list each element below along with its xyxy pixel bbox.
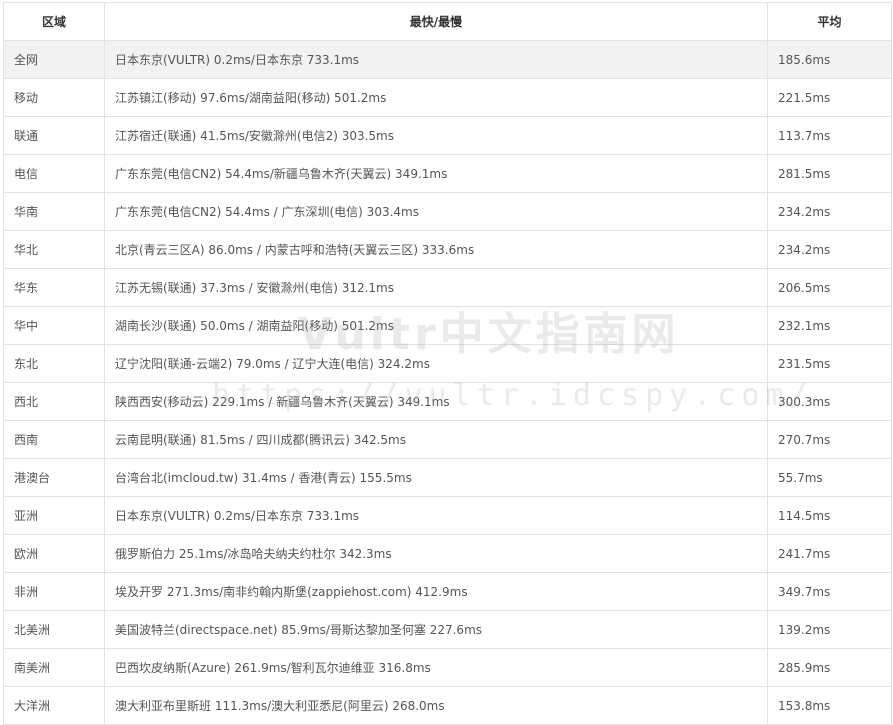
table-row: 欧洲 俄罗斯伯力 25.1ms/冰岛哈夫纳夫约杜尔 342.3ms 241.7ms (3, 534, 892, 573)
cell-average: 281.5ms (767, 154, 892, 193)
table-row: 华北 北京(青云三区A) 86.0ms / 内蒙古呼和浩特(天翼云三区) 333.… (3, 230, 892, 269)
cell-region: 港澳台 (3, 458, 105, 497)
table-row: 华南 广东东莞(电信CN2) 54.4ms / 广东深圳(电信) 303.4ms 2… (3, 192, 892, 231)
cell-region: 联通 (3, 116, 105, 155)
cell-region: 电信 (3, 154, 105, 193)
cell-region: 移动 (3, 78, 105, 117)
table-row: 东北 辽宁沈阳(联通-云端2) 79.0ms / 辽宁大连(电信) 324.2ms… (3, 344, 892, 383)
cell-average: 55.7ms (767, 458, 892, 497)
cell-average: 234.2ms (767, 230, 892, 269)
cell-region: 东北 (3, 344, 105, 383)
table-row: 华东 江苏无锡(联通) 37.3ms / 安徽滁州(电信) 312.1ms 206.… (3, 268, 892, 307)
table-header: 区域 最快/最慢 平均 (3, 2, 892, 41)
cell-average: 234.2ms (767, 192, 892, 231)
cell-region: 欧洲 (3, 534, 105, 573)
cell-region: 亚洲 (3, 496, 105, 535)
cell-average: 221.5ms (767, 78, 892, 117)
table-row: 港澳台 台湾台北(imcloud.tw) 31.4ms / 香港(青云) 155.… (3, 458, 892, 497)
cell-range: 巴西坎皮纳斯(Azure) 261.9ms/智利瓦尔迪维亚 316.8ms (104, 648, 768, 687)
cell-range: 日本东京(VULTR) 0.2ms/日本东京 733.1ms (104, 496, 768, 535)
cell-average: 285.9ms (767, 648, 892, 687)
table-row: 非洲 埃及开罗 271.3ms/南非约翰内斯堡(zappiehost.com) 4… (3, 572, 892, 611)
cell-range: 江苏镇江(移动) 97.6ms/湖南益阳(移动) 501.2ms (104, 78, 768, 117)
column-header-region: 区域 (3, 2, 105, 41)
table-body: 全网 日本东京(VULTR) 0.2ms/日本东京 733.1ms 185.6ms 移… (3, 40, 892, 725)
cell-region: 西南 (3, 420, 105, 459)
cell-range: 湖南长沙(联通) 50.0ms / 湖南益阳(移动) 501.2ms (104, 306, 768, 345)
table-row: 亚洲 日本东京(VULTR) 0.2ms/日本东京 733.1ms 114.5ms (3, 496, 892, 535)
cell-average: 349.7ms (767, 572, 892, 611)
cell-average: 232.1ms (767, 306, 892, 345)
cell-region: 北美洲 (3, 610, 105, 649)
cell-range: 辽宁沈阳(联通-云端2) 79.0ms / 辽宁大连(电信) 324.2ms (104, 344, 768, 383)
cell-average: 113.7ms (767, 116, 892, 155)
cell-region: 非洲 (3, 572, 105, 611)
cell-range: 俄罗斯伯力 25.1ms/冰岛哈夫纳夫约杜尔 342.3ms (104, 534, 768, 573)
cell-region: 全网 (3, 40, 105, 79)
table-row: 西北 陕西西安(移动云) 229.1ms / 新疆乌鲁木齐(天翼云) 349.1m… (3, 382, 892, 421)
cell-range: 日本东京(VULTR) 0.2ms/日本东京 733.1ms (104, 40, 768, 79)
cell-average: 270.7ms (767, 420, 892, 459)
cell-range: 云南昆明(联通) 81.5ms / 四川成都(腾讯云) 342.5ms (104, 420, 768, 459)
cell-range: 埃及开罗 271.3ms/南非约翰内斯堡(zappiehost.com) 412… (104, 572, 768, 611)
cell-average: 139.2ms (767, 610, 892, 649)
cell-average: 114.5ms (767, 496, 892, 535)
cell-average: 300.3ms (767, 382, 892, 421)
cell-region: 南美洲 (3, 648, 105, 687)
table-row: 电信 广东东莞(电信CN2) 54.4ms/新疆乌鲁木齐(天翼云) 349.1ms… (3, 154, 892, 193)
cell-average: 231.5ms (767, 344, 892, 383)
column-header-range: 最快/最慢 (104, 2, 768, 41)
cell-range: 江苏宿迁(联通) 41.5ms/安徽滁州(电信2) 303.5ms (104, 116, 768, 155)
cell-range: 广东东莞(电信CN2) 54.4ms / 广东深圳(电信) 303.4ms (104, 192, 768, 231)
cell-range: 台湾台北(imcloud.tw) 31.4ms / 香港(青云) 155.5ms (104, 458, 768, 497)
header-row: 区域 最快/最慢 平均 (3, 2, 892, 41)
column-header-average: 平均 (767, 2, 892, 41)
cell-average: 185.6ms (767, 40, 892, 79)
table-row: 移动 江苏镇江(移动) 97.6ms/湖南益阳(移动) 501.2ms 221.5m… (3, 78, 892, 117)
table-row: 联通 江苏宿迁(联通) 41.5ms/安徽滁州(电信2) 303.5ms 113.7… (3, 116, 892, 155)
table-row: 全网 日本东京(VULTR) 0.2ms/日本东京 733.1ms 185.6ms (3, 40, 892, 79)
cell-average: 241.7ms (767, 534, 892, 573)
cell-range: 江苏无锡(联通) 37.3ms / 安徽滁州(电信) 312.1ms (104, 268, 768, 307)
table-row: 西南 云南昆明(联通) 81.5ms / 四川成都(腾讯云) 342.5ms 270… (3, 420, 892, 459)
cell-average: 206.5ms (767, 268, 892, 307)
table-row: 华中 湖南长沙(联通) 50.0ms / 湖南益阳(移动) 501.2ms 232.… (3, 306, 892, 345)
ping-latency-table: 区域 最快/最慢 平均 全网 日本东京(VULTR) 0.2ms/日本东京 733… (3, 2, 892, 725)
cell-range: 广东东莞(电信CN2) 54.4ms/新疆乌鲁木齐(天翼云) 349.1ms (104, 154, 768, 193)
cell-range: 陕西西安(移动云) 229.1ms / 新疆乌鲁木齐(天翼云) 349.1ms (104, 382, 768, 421)
cell-region: 华南 (3, 192, 105, 231)
cell-region: 华北 (3, 230, 105, 269)
table-row: 北美洲 美国波特兰(directspace.net) 85.9ms/哥斯达黎加圣何… (3, 610, 892, 649)
cell-region: 西北 (3, 382, 105, 421)
cell-range: 北京(青云三区A) 86.0ms / 内蒙古呼和浩特(天翼云三区) 333.6m… (104, 230, 768, 269)
cell-region: 华东 (3, 268, 105, 307)
cell-range: 美国波特兰(directspace.net) 85.9ms/哥斯达黎加圣何塞 2… (104, 610, 768, 649)
cell-region: 华中 (3, 306, 105, 345)
table-row: 南美洲 巴西坎皮纳斯(Azure) 261.9ms/智利瓦尔迪维亚 316.8ms… (3, 648, 892, 687)
